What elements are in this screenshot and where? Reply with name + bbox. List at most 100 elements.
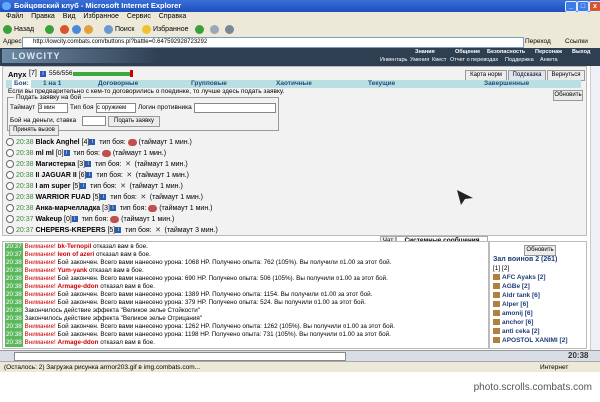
room-player-name[interactable]: AGBe [2]	[502, 283, 530, 290]
info-icon[interactable]: i	[71, 216, 78, 223]
challenge-radio[interactable]	[6, 138, 14, 147]
room-player-name[interactable]: APOSTOL XANIMI [2]	[502, 337, 568, 344]
nav-security[interactable]: Безопасность	[487, 49, 525, 55]
close-button[interactable]: x	[589, 1, 600, 12]
refresh-button[interactable]	[72, 24, 83, 35]
chat-time[interactable]: 20:37	[5, 243, 23, 251]
room-player[interactable]: Alper [6]	[493, 301, 528, 309]
room-player[interactable]: AGBe [2]	[493, 283, 530, 291]
menu-help[interactable]: Справка	[159, 13, 186, 20]
challenge-radio[interactable]	[6, 160, 14, 169]
menu-edit[interactable]: Правка	[31, 13, 55, 20]
chat-input[interactable]	[14, 352, 346, 361]
room-player-name[interactable]: anchor [6]	[502, 319, 533, 326]
chat-nick[interactable]: leon of azeri	[58, 251, 95, 258]
nav-chat[interactable]: Общение	[455, 49, 480, 55]
room-refresh-button[interactable]: Обновить	[524, 245, 556, 256]
chat-time[interactable]: 20:38	[5, 299, 23, 307]
room-player-name[interactable]: amonij [6]	[502, 310, 533, 317]
chat-time[interactable]: 20:38	[5, 291, 23, 299]
room-player-name[interactable]: Aldr tank [6]	[502, 292, 540, 299]
challenge-nick[interactable]: ml ml	[35, 150, 53, 157]
refresh-button-main[interactable]: Обновить	[553, 90, 583, 101]
menu-favorites[interactable]: Избранное	[83, 13, 118, 20]
fight-type-select[interactable]: с оружием	[96, 103, 136, 113]
tab-group[interactable]: Групповые	[191, 80, 227, 88]
challenge-nick[interactable]: WARRIOR FUAD	[35, 194, 90, 201]
chat-time[interactable]: 20:37	[5, 251, 23, 259]
nav-inventory[interactable]: Инвентарь	[380, 57, 407, 63]
chat-nick[interactable]: Armage-ddon	[58, 283, 99, 290]
challenge-radio[interactable]	[6, 149, 14, 158]
search-button[interactable]: Поиск	[104, 24, 134, 35]
info-icon[interactable]: i	[80, 183, 87, 190]
tab-agreed[interactable]: Договорные	[98, 80, 138, 88]
forward-button[interactable]	[45, 24, 56, 35]
challenge-row[interactable]: 20:38 I am super [5] i тип боя: ✕ (таймау…	[6, 181, 183, 192]
room-player[interactable]: AFC Ayaks [2]	[493, 274, 546, 282]
room-player[interactable]: amonij [6]	[493, 310, 533, 318]
print-button[interactable]	[225, 24, 236, 35]
chat-nick[interactable]: Yum-yank	[58, 267, 88, 274]
go-button[interactable]: Переход	[525, 38, 551, 45]
chat-nick[interactable]: bk-Ternopil	[58, 243, 92, 250]
history-button[interactable]	[195, 24, 206, 35]
chat-time[interactable]: 20:38	[5, 339, 23, 347]
nav-support[interactable]: Поддержка	[505, 57, 534, 63]
challenge-row[interactable]: 20:38 WARRIOR FUAD [5] i тип боя: ✕ (тайм…	[6, 192, 203, 203]
room-pages[interactable]: [1] [2]	[493, 265, 509, 272]
timeout-select[interactable]: 3 мин	[38, 103, 68, 113]
tab-current[interactable]: Текущие	[368, 80, 395, 88]
chat-time[interactable]: 20:38	[5, 315, 23, 323]
money-input[interactable]	[82, 116, 106, 126]
challenge-row[interactable]: 20:37 Wakeup [0] i тип боя: (таймаут 1 ми…	[6, 214, 174, 225]
nav-transfers[interactable]: Отчет о переводах	[450, 57, 498, 63]
chat-time[interactable]: 20:38	[5, 267, 23, 275]
chat-time[interactable]: 20:38	[5, 259, 23, 267]
nav-exit[interactable]: Выход	[572, 49, 590, 55]
challenge-row[interactable]: 20:37 CHEPERS-KREPERS [5] i тип боя: ✕ (т…	[6, 225, 218, 236]
room-player[interactable]: anchor [6]	[493, 319, 533, 327]
challenge-radio[interactable]	[6, 215, 14, 224]
challenge-row[interactable]: 20:38 Анка-марчелладка [3] i тип боя: (та…	[6, 203, 212, 214]
player-info-icon[interactable]: i	[40, 71, 46, 77]
home-button[interactable]	[84, 24, 95, 35]
challenge-radio[interactable]	[6, 226, 14, 235]
info-icon[interactable]: i	[63, 150, 70, 157]
room-player-name[interactable]: AFC Ayaks [2]	[502, 274, 546, 281]
menu-view[interactable]: Вид	[63, 13, 76, 20]
challenge-row[interactable]: 20:38 Black Anghel [4] i тип боя: (таймау…	[6, 137, 192, 148]
page-scrollbar[interactable]	[590, 66, 600, 350]
challenge-nick[interactable]: CHEPERS-KREPERS	[35, 227, 105, 234]
submit-challenge-button[interactable]: Подать заявку	[108, 116, 160, 127]
challenge-row[interactable]: 20:38 Магистерка [3] i тип боя: ✕ (таймау…	[6, 159, 188, 170]
nav-profile[interactable]: Анкета	[540, 57, 558, 63]
info-icon[interactable]: i	[100, 194, 107, 201]
room-player-name[interactable]: Alper [6]	[502, 301, 528, 308]
tab-chaotic[interactable]: Хаотичные	[276, 80, 312, 88]
challenge-row[interactable]: 20:38 II JAGUAR II [6] i тип боя: ✕ (тайм…	[6, 170, 189, 181]
tab-1v1[interactable]: 1 на 1	[43, 80, 61, 88]
tab-finished[interactable]: Завершенные	[484, 80, 529, 88]
chat-time[interactable]: 20:38	[5, 275, 23, 283]
challenge-nick[interactable]: Wakeup	[35, 216, 62, 223]
challenge-radio[interactable]	[6, 204, 14, 213]
accept-challenge-button[interactable]: Принять вызов	[9, 125, 59, 136]
chat-time[interactable]: 20:38	[5, 323, 23, 331]
nav-character[interactable]: Персонаж	[535, 49, 562, 55]
challenge-radio[interactable]	[6, 171, 14, 180]
address-input[interactable]: http://lowcity.combats.com/buttons.pl?ba…	[22, 37, 524, 48]
room-player[interactable]: anti ceka [2]	[493, 328, 540, 336]
challenge-nick[interactable]: II JAGUAR II	[35, 172, 76, 179]
back-button[interactable]: Назад	[3, 24, 34, 35]
challenge-nick[interactable]: Магистерка	[35, 161, 75, 168]
challenge-radio[interactable]	[6, 193, 14, 202]
nav-skills[interactable]: Умения	[410, 57, 429, 63]
info-icon[interactable]: i	[89, 139, 96, 146]
chat-time[interactable]: 20:38	[5, 283, 23, 291]
info-icon[interactable]: i	[109, 205, 116, 212]
info-icon[interactable]: i	[85, 161, 92, 168]
menu-file[interactable]: Файл	[6, 13, 23, 20]
challenge-radio[interactable]	[6, 182, 14, 191]
stop-button[interactable]	[60, 24, 71, 35]
